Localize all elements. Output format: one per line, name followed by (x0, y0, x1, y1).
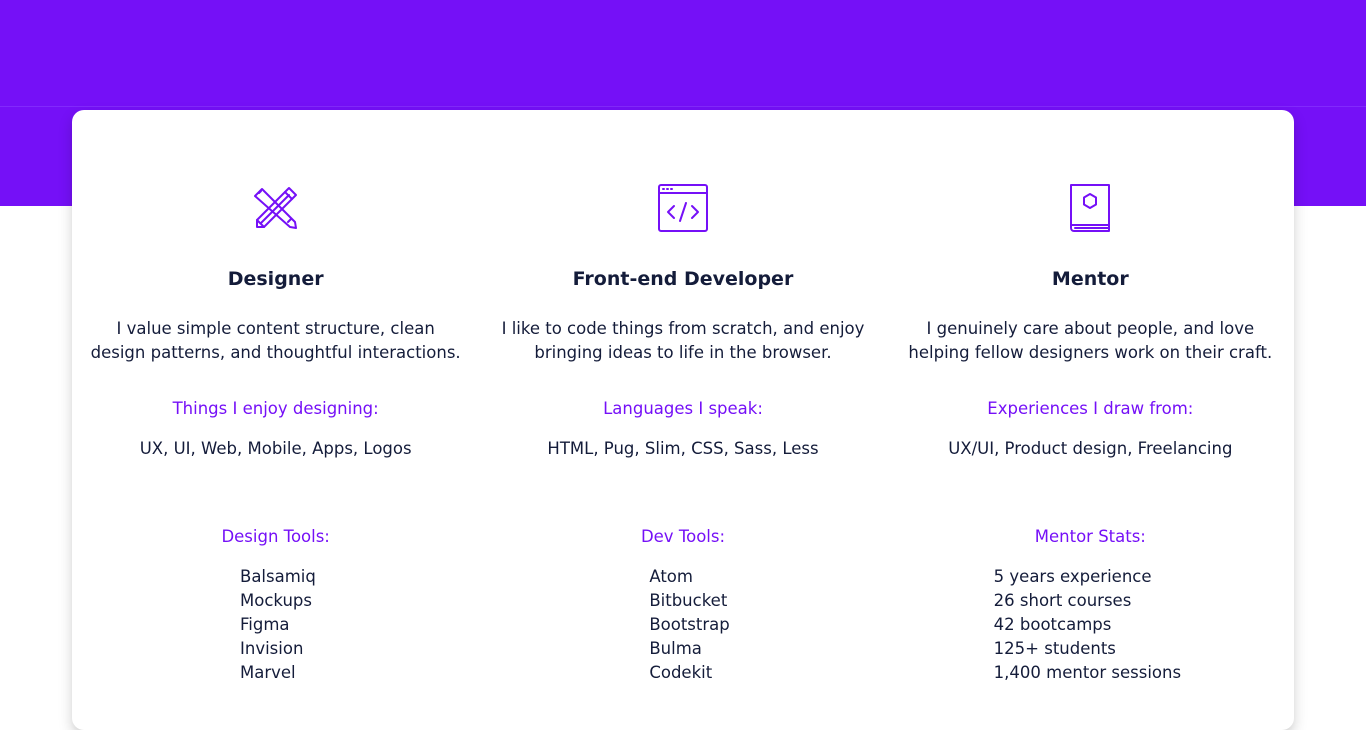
column-subheading: Things I enjoy designing: (172, 399, 379, 418)
list-item: Figma (240, 615, 290, 634)
tools-heading: Dev Tools: (640, 527, 726, 546)
list-item: Invision (240, 639, 304, 658)
column-skills: UX, UI, Web, Mobile, Apps, Logos (139, 439, 412, 458)
tools-heading: Mentor Stats: (1034, 527, 1146, 546)
mentor-column: Mentor I genuinely care about people, an… (887, 110, 1294, 730)
designer-column: Designer I value simple content structur… (72, 110, 479, 730)
tools-list: Balsamiq Mockups Figma Invision Marvel (72, 565, 479, 685)
tools-list: Atom Bitbucket Bootstrap Bulma Codekit (479, 565, 886, 685)
column-subheading: Languages I speak: (603, 399, 763, 418)
list-item: Codekit (649, 663, 713, 682)
list-item: Marvel (240, 663, 296, 682)
column-title: Mentor (1051, 268, 1129, 290)
skills-card: Designer I value simple content structur… (72, 110, 1294, 730)
column-skills: HTML, Pug, Slim, CSS, Sass, Less (547, 439, 819, 458)
list-item: Atom (649, 567, 693, 586)
pencil-ruler-icon (72, 182, 479, 234)
list-item: 125+ students (993, 639, 1116, 658)
column-description: I genuinely care about people, and love … (908, 319, 1273, 362)
list-item: 26 short courses (993, 591, 1132, 610)
list-item: 5 years experience (993, 567, 1152, 586)
list-item: Bulma (649, 639, 702, 658)
list-item: Mockups (240, 591, 312, 610)
developer-column: Front-end Developer I like to code thing… (479, 110, 886, 730)
list-item: Balsamiq (240, 567, 316, 586)
column-description: I like to code things from scratch, and … (501, 319, 865, 362)
column-title: Designer (227, 268, 324, 290)
column-subheading: Experiences I draw from: (987, 399, 1194, 418)
list-item: 42 bootcamps (993, 615, 1112, 634)
tools-heading: Design Tools: (221, 527, 330, 546)
column-description: I value simple content structure, clean … (90, 319, 461, 362)
list-item: 1,400 mentor sessions (993, 663, 1182, 682)
column-skills: UX/UI, Product design, Freelancing (948, 439, 1233, 458)
list-item: Bootstrap (649, 615, 730, 634)
tools-list: 5 years experience 26 short courses 42 b… (887, 565, 1294, 685)
code-window-icon (479, 182, 886, 234)
list-item: Bitbucket (649, 591, 728, 610)
column-title: Front-end Developer (572, 268, 794, 290)
hero-divider (0, 106, 1366, 107)
book-icon (887, 182, 1294, 234)
